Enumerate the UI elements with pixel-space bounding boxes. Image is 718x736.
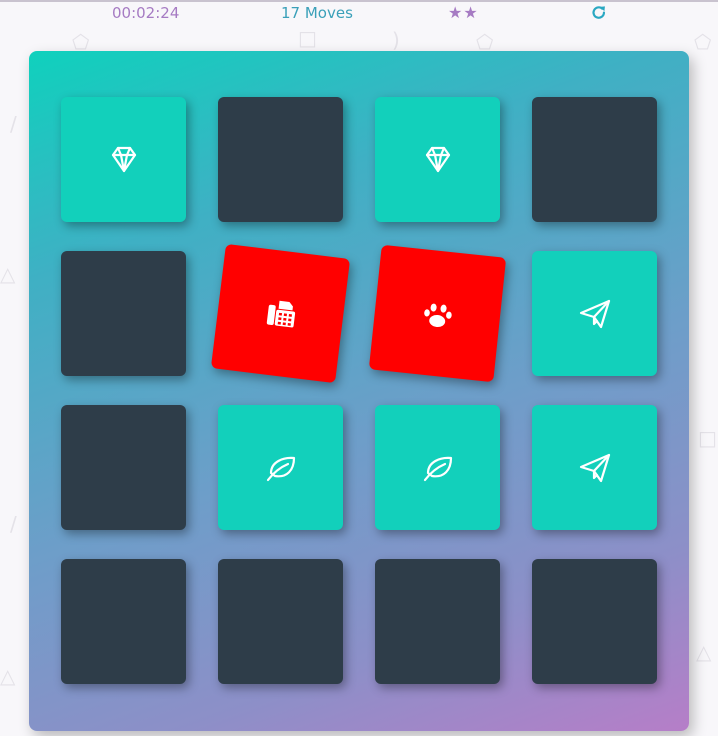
card-matched[interactable] <box>375 97 500 222</box>
timer: 00:02:24 <box>112 4 180 22</box>
game-board <box>29 51 689 731</box>
game-page: ⬠ □ ) ⬠ ⬠ / △ / △ □ △ 00:02:24 17 Moves … <box>0 0 718 736</box>
leaf-icon <box>423 456 452 481</box>
card-matched[interactable] <box>375 405 500 530</box>
card-matched[interactable] <box>532 251 657 376</box>
card-matched[interactable] <box>532 405 657 530</box>
card-hidden[interactable] <box>61 559 186 684</box>
restart-icon <box>592 6 606 19</box>
leaf-icon <box>266 456 295 481</box>
diamond-icon <box>425 146 450 172</box>
background-triangle-shape: △ <box>0 262 16 286</box>
card-open-mismatch[interactable] <box>210 243 351 384</box>
paper-plane-icon <box>579 299 610 328</box>
card-hidden[interactable] <box>218 97 343 222</box>
paw-icon <box>423 303 452 327</box>
background-slash-shape: / <box>10 512 17 536</box>
moves-counter: 17 Moves <box>281 4 353 22</box>
fax-icon <box>266 300 295 327</box>
card-hidden[interactable] <box>61 405 186 530</box>
card-hidden[interactable] <box>532 97 657 222</box>
restart-button[interactable] <box>590 4 608 22</box>
background-pentagon-shape: ⬠ <box>694 30 712 54</box>
background-arc-shape: ) <box>392 28 400 52</box>
card-hidden[interactable] <box>61 251 186 376</box>
card-open-mismatch[interactable] <box>368 244 507 383</box>
card-hidden[interactable] <box>532 559 657 684</box>
background-square-shape: □ <box>298 26 317 50</box>
paper-plane-icon <box>579 453 610 482</box>
card-matched[interactable] <box>218 405 343 530</box>
background-square-shape: □ <box>698 426 717 450</box>
diamond-icon <box>111 146 136 172</box>
card-matched[interactable] <box>61 97 186 222</box>
background-triangle-shape: △ <box>0 664 16 688</box>
card-hidden[interactable] <box>218 559 343 684</box>
star-rating: ★★ <box>448 3 479 22</box>
card-hidden[interactable] <box>375 559 500 684</box>
background-triangle-shape: △ <box>696 640 712 664</box>
background-slash-shape: / <box>10 112 17 136</box>
top-border <box>0 0 718 2</box>
score-panel: 00:02:24 17 Moves ★★ <box>0 0 718 28</box>
